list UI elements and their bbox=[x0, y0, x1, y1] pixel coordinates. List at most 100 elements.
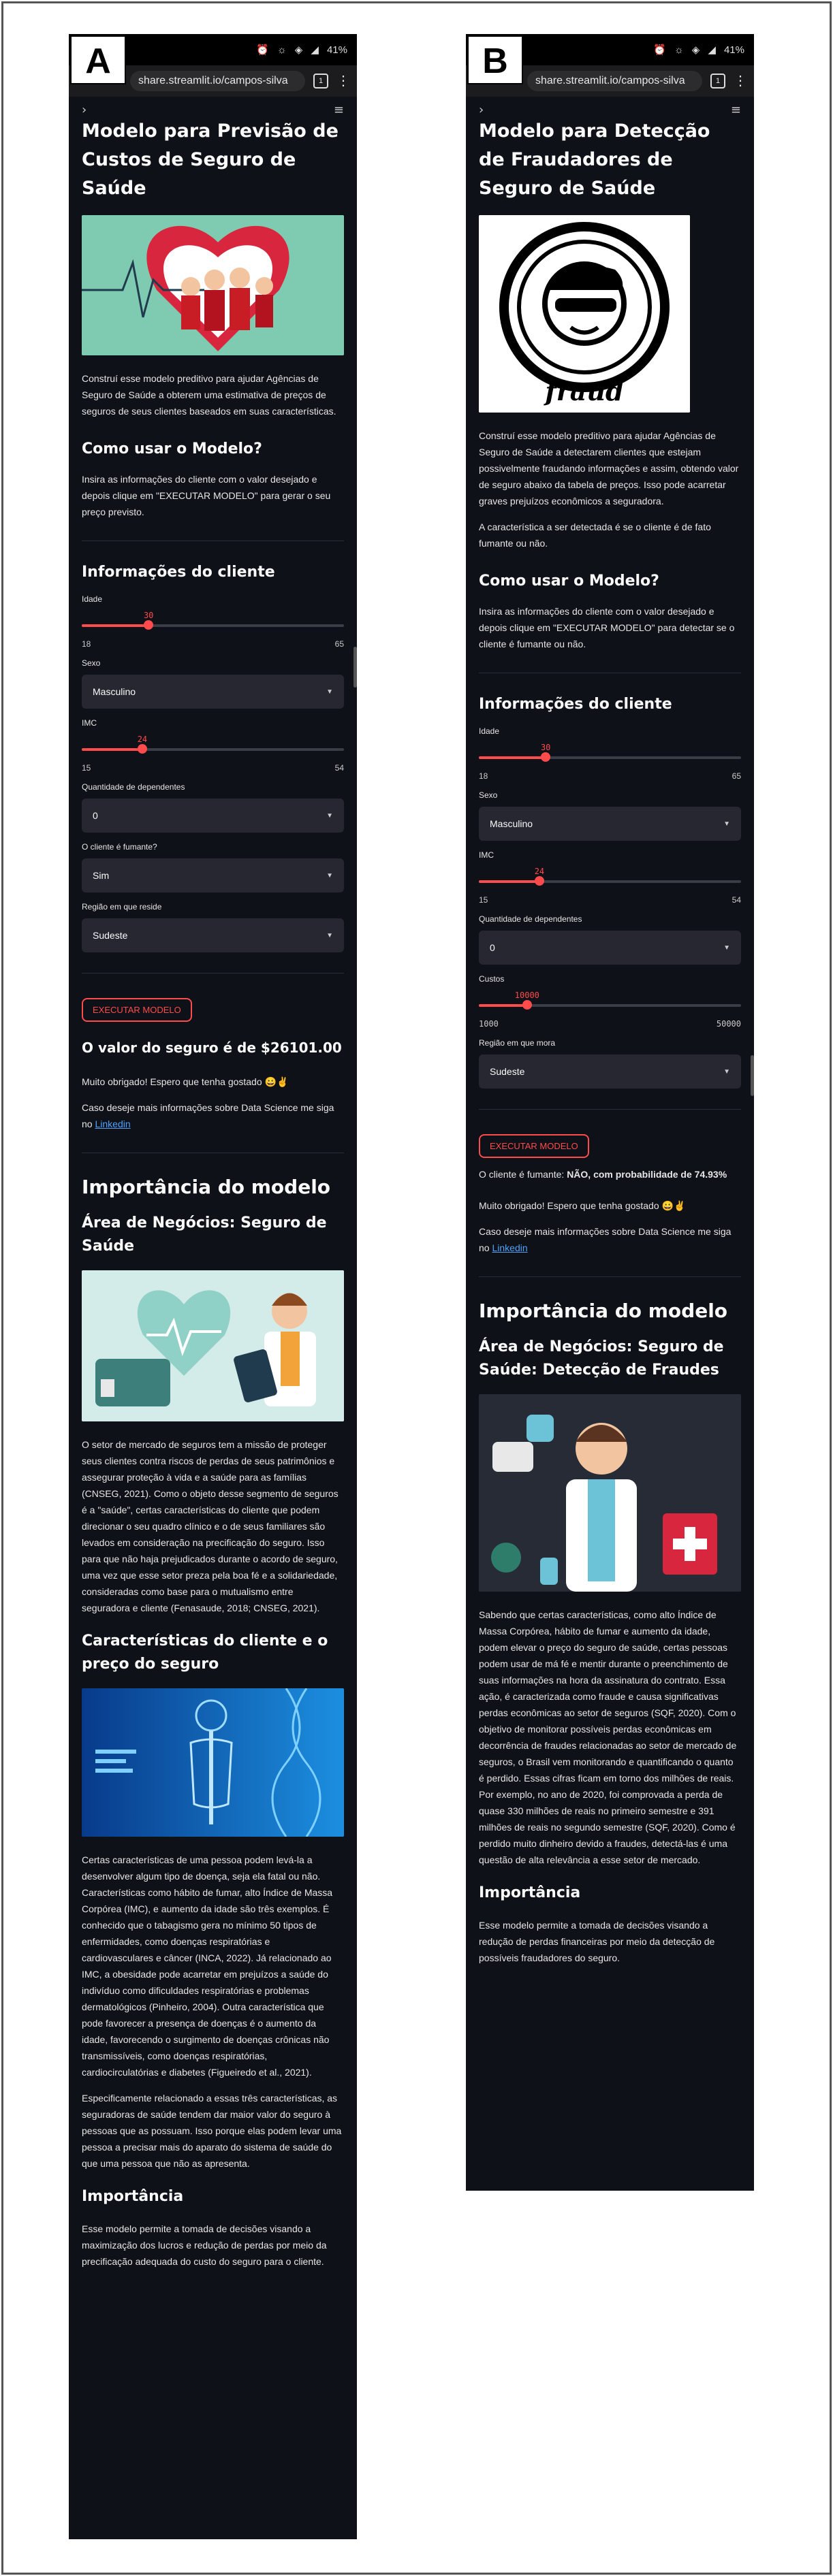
url-field[interactable]: share.streamlit.io/campos-silva bbox=[130, 71, 305, 91]
bmi-label: IMC bbox=[479, 850, 494, 860]
dependents-select[interactable]: 0 ▼ bbox=[82, 799, 344, 833]
business-area-heading: Área de Negócios: Seguro de Saúde: Detec… bbox=[479, 1338, 724, 1379]
age-slider[interactable]: 30 bbox=[82, 611, 344, 638]
importance-subheading: Importância bbox=[479, 1884, 581, 1901]
how-to-use-heading: Como usar o Modelo? bbox=[82, 440, 262, 457]
select-value: Sim bbox=[93, 870, 110, 881]
scrollbar[interactable] bbox=[751, 1055, 754, 1096]
browser-menu-icon[interactable]: ⋮ bbox=[734, 74, 747, 88]
sex-select[interactable]: Masculino ▼ bbox=[479, 807, 741, 841]
slider-thumb[interactable] bbox=[137, 744, 147, 754]
result-prefix: O cliente é fumante: bbox=[479, 1169, 567, 1180]
chevron-down-icon: ▼ bbox=[723, 1067, 730, 1076]
tab-count-icon[interactable]: 1 bbox=[313, 74, 328, 88]
dependents-label: Quantidade de dependentes bbox=[82, 782, 185, 792]
slider-thumb[interactable] bbox=[541, 752, 551, 762]
page-title: Modelo para Previsão de Custos de Seguro… bbox=[82, 120, 339, 199]
importance-subheading: Importância bbox=[82, 2188, 184, 2205]
slider-fill bbox=[82, 624, 149, 627]
sidebar-expand-icon[interactable]: › bbox=[82, 103, 87, 117]
region-select[interactable]: Sudeste ▼ bbox=[82, 918, 344, 952]
tab-count-icon[interactable]: 1 bbox=[710, 74, 725, 88]
age-slider[interactable]: 30 bbox=[479, 743, 741, 770]
status-icons: ⏰ ☼ ◈ ◢ bbox=[653, 44, 719, 56]
dependents-select[interactable]: 0 ▼ bbox=[479, 931, 741, 965]
result-text: O valor do seguro é de $26101.00 bbox=[82, 1040, 342, 1056]
run-model-button[interactable]: EXECUTAR MODELO bbox=[479, 1134, 589, 1158]
how-to-use-text: Insira as informações do cliente com o v… bbox=[479, 606, 735, 649]
smoker-select[interactable]: Sim ▼ bbox=[82, 858, 344, 892]
slider-max: 54 bbox=[334, 763, 344, 773]
screenshot-a: ⏰ ☼ ◈ ◢ 41% share.streamlit.io/campos-si… bbox=[69, 34, 357, 2539]
linkedin-link[interactable]: Linkedin bbox=[95, 1118, 130, 1129]
importance-heading: Importância do modelo bbox=[479, 1300, 728, 1322]
slider-thumb[interactable] bbox=[534, 876, 544, 886]
cost-label: Custos bbox=[479, 974, 505, 984]
url-field[interactable]: share.streamlit.io/campos-silva bbox=[527, 71, 702, 91]
cost-slider[interactable]: 10000 bbox=[479, 991, 741, 1018]
select-value: 0 bbox=[93, 810, 98, 821]
slider-value: 30 bbox=[143, 611, 154, 620]
run-model-button[interactable]: EXECUTAR MODELO bbox=[82, 998, 192, 1022]
doctor-image bbox=[479, 1394, 741, 1592]
slider-value: 10000 bbox=[514, 991, 539, 1000]
characteristics-text-2: Especificamente relacionado a essas três… bbox=[82, 2093, 342, 2169]
panel-label-a: A bbox=[70, 35, 126, 84]
bmi-slider[interactable]: 24 bbox=[479, 867, 741, 894]
age-label: Idade bbox=[82, 594, 103, 604]
region-label: Região em que mora bbox=[479, 1038, 556, 1048]
linkedin-link[interactable]: Linkedin bbox=[492, 1242, 527, 1253]
sidebar-expand-icon[interactable]: › bbox=[479, 103, 484, 117]
family-heart-image bbox=[82, 215, 344, 355]
bmi-slider[interactable]: 24 bbox=[82, 735, 344, 762]
result-text: O cliente é fumante: NÃO, com probabilid… bbox=[479, 1166, 741, 1182]
slider-value: 30 bbox=[540, 743, 551, 752]
sex-select[interactable]: Masculino ▼ bbox=[82, 675, 344, 709]
slider-min: 18 bbox=[479, 771, 488, 781]
slider-value: 24 bbox=[137, 735, 148, 744]
region-select[interactable]: Sudeste ▼ bbox=[479, 1054, 741, 1089]
body-scan-image bbox=[82, 1688, 344, 1837]
chevron-down-icon: ▼ bbox=[326, 871, 333, 880]
slider-fill bbox=[479, 1004, 527, 1007]
select-value: Masculino bbox=[93, 686, 136, 697]
client-info-heading: Informações do cliente bbox=[82, 564, 275, 581]
thanks-text: Muito obrigado! Espero que tenha gostado… bbox=[479, 1200, 686, 1211]
divider bbox=[479, 1109, 741, 1110]
slider-fill bbox=[479, 756, 546, 759]
hamburger-menu-icon[interactable]: ≡ bbox=[334, 103, 344, 117]
slider-max: 50000 bbox=[716, 1019, 741, 1029]
chevron-down-icon: ▼ bbox=[326, 688, 333, 696]
chevron-down-icon: ▼ bbox=[326, 811, 333, 820]
bmi-label: IMC bbox=[82, 718, 97, 728]
status-icons: ⏰ ☼ ◈ ◢ bbox=[255, 44, 321, 56]
business-area-heading: Área de Negócios: Seguro de Saúde bbox=[82, 1214, 327, 1255]
how-to-use-text: Insira as informações do cliente com o v… bbox=[82, 474, 331, 517]
browser-menu-icon[interactable]: ⋮ bbox=[336, 74, 350, 88]
divider bbox=[479, 1276, 741, 1277]
hamburger-menu-icon[interactable]: ≡ bbox=[731, 103, 741, 117]
slider-min: 18 bbox=[82, 639, 91, 649]
importance-text: Esse modelo permite a tomada de decisões… bbox=[82, 2223, 327, 2267]
battery-level: 41% bbox=[723, 44, 744, 56]
select-value: Masculino bbox=[490, 818, 533, 829]
chevron-down-icon: ▼ bbox=[326, 931, 333, 939]
sex-label: Sexo bbox=[479, 790, 498, 800]
slider-thumb[interactable] bbox=[522, 1000, 532, 1010]
intro-text-2: A característica a ser detectada é se o … bbox=[479, 521, 711, 549]
more-info-text: Caso deseje mais informações sobre Data … bbox=[82, 1099, 344, 1132]
chevron-down-icon: ▼ bbox=[723, 820, 730, 828]
sex-label: Sexo bbox=[82, 658, 101, 668]
how-to-use-heading: Como usar o Modelo? bbox=[479, 573, 659, 590]
scrollbar[interactable] bbox=[353, 647, 357, 688]
screenshot-b: ⏰ ☼ ◈ ◢ 41% share.streamlit.io/campos-si… bbox=[466, 34, 754, 2191]
characteristics-heading: Características do cliente e o preço do … bbox=[82, 1632, 328, 1673]
doctor-heart-image bbox=[82, 1270, 344, 1421]
age-label: Idade bbox=[479, 726, 500, 736]
slider-thumb[interactable] bbox=[144, 620, 154, 630]
slider-min: 15 bbox=[82, 763, 91, 773]
more-info-text: Caso deseje mais informações sobre Data … bbox=[479, 1223, 741, 1256]
dependents-label: Quantidade de dependentes bbox=[479, 914, 582, 924]
business-area-text: Sabendo que certas características, como… bbox=[479, 1609, 737, 1865]
business-area-text: O setor de mercado de seguros tem a miss… bbox=[82, 1439, 339, 1613]
